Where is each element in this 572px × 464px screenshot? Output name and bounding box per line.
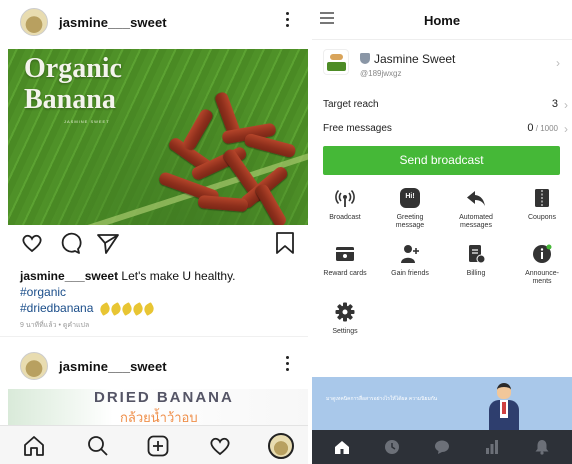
post-image[interactable]: Organic Banana JASMINE SWEET [8, 49, 308, 225]
menu-item-settings[interactable]: Settings [321, 302, 369, 336]
post-actions [20, 231, 300, 259]
caption-username[interactable]: jasmine___sweet [20, 269, 118, 283]
bottom-nav [312, 430, 572, 464]
menu-item-greeting-message[interactable]: Hi! Greeting message [386, 188, 434, 230]
post-username[interactable]: jasmine___sweet [59, 15, 167, 30]
avatar[interactable] [20, 352, 48, 380]
chevron-right-icon: › [556, 56, 560, 70]
image-subtitle: กล้วยน้ำว้าอบ [120, 410, 198, 425]
page-title: Home [423, 13, 461, 28]
top-bar: Home [312, 0, 572, 40]
free-messages-row[interactable]: Free messages 0 / 1000 › [312, 117, 572, 141]
target-reach-row[interactable]: Target reach 3 › [312, 93, 572, 117]
comment-icon[interactable] [58, 231, 82, 255]
bookmark-icon[interactable] [274, 231, 296, 255]
promo-banner[interactable]: มาดูเทคนิคการสื่อสารอย่างไรให้ได้ผล ความ… [312, 377, 572, 430]
gain-friends-icon [401, 245, 419, 263]
heart-icon[interactable] [20, 231, 44, 255]
settings-icon [335, 302, 355, 322]
heart-icon[interactable] [208, 434, 232, 458]
post-caption: jasmine___sweet Let's make U healthy. #o… [20, 268, 304, 316]
announcements-icon [533, 244, 552, 263]
chat-icon[interactable] [434, 439, 450, 455]
greeting-message-icon: Hi! [400, 188, 420, 208]
menu-item-coupons[interactable]: Coupons [518, 188, 566, 222]
menu-item-billing[interactable]: Billing [452, 244, 500, 278]
menu-item-announcements[interactable]: Announce-ments [518, 244, 566, 286]
target-reach-label: Target reach [323, 99, 379, 110]
coupons-icon [535, 189, 549, 207]
instagram-panel: jasmine___sweet Organic Banana JASMINE S… [0, 0, 308, 464]
avatar[interactable] [20, 8, 48, 36]
post-header-2: jasmine___sweet [0, 344, 308, 388]
share-icon[interactable] [96, 231, 120, 255]
post-header: jasmine___sweet [0, 0, 308, 44]
clock-icon[interactable] [384, 439, 400, 455]
free-messages-limit: / 1000 [533, 124, 558, 133]
broadcast-icon [335, 189, 355, 207]
image-title: Organic Banana [24, 53, 122, 115]
account-logo [323, 49, 349, 75]
post-image-2[interactable]: DRIED BANANA กล้วยน้ำว้าอบ [8, 389, 308, 425]
banner-text: มาดูเทคนิคการสื่อสารอย่างไรให้ได้ผล ความ… [326, 396, 438, 402]
notification-bell-icon[interactable] [534, 439, 550, 455]
more-options-icon[interactable] [284, 356, 290, 371]
line-oa-panel: Home Jasmine Sweet @189jwxgz › Target re… [312, 0, 572, 464]
menu-item-reward-cards[interactable]: Reward cards [321, 244, 369, 278]
hashtag-driedbanana[interactable]: #driedbanana [20, 301, 93, 315]
home-icon[interactable] [22, 434, 46, 458]
target-reach-value: 3 [551, 98, 558, 110]
automated-messages-icon [467, 191, 485, 206]
more-options-icon[interactable] [284, 12, 290, 27]
menu-item-broadcast[interactable]: Broadcast [321, 188, 369, 222]
free-messages-label: Free messages [323, 123, 392, 134]
billing-icon [469, 245, 486, 264]
post-timestamp[interactable]: 9 นาทีที่แล้ว • ดูคำแปล [20, 320, 89, 331]
insights-icon[interactable] [484, 439, 500, 455]
chevron-right-icon: › [564, 122, 568, 136]
send-broadcast-button[interactable]: Send broadcast [323, 146, 560, 175]
image-title: DRIED BANANA [94, 389, 234, 406]
add-icon[interactable] [146, 434, 170, 458]
menu-item-gain-friends[interactable]: Gain friends [386, 244, 434, 278]
caption-text: Let's make U healthy. [118, 269, 236, 283]
hashtag-organic[interactable]: #organic [20, 284, 304, 300]
bottom-nav [0, 425, 308, 464]
menu-item-automated-messages[interactable]: Automated messages [452, 188, 500, 230]
post-username[interactable]: jasmine___sweet [59, 359, 167, 374]
chevron-right-icon: › [564, 98, 568, 112]
account-row[interactable]: Jasmine Sweet @189jwxgz › [312, 41, 572, 91]
reward-cards-icon [336, 247, 354, 261]
account-name: Jasmine Sweet [374, 52, 456, 66]
shield-icon [360, 53, 370, 64]
banner-illustration [487, 383, 521, 430]
account-id: @189jwxgz [360, 69, 402, 78]
profile-avatar[interactable] [268, 433, 294, 459]
home-icon[interactable] [334, 439, 350, 455]
image-subtitle: JASMINE SWEET [64, 119, 110, 124]
banana-emojis [97, 301, 156, 316]
divider [0, 336, 308, 337]
search-icon[interactable] [86, 434, 110, 458]
